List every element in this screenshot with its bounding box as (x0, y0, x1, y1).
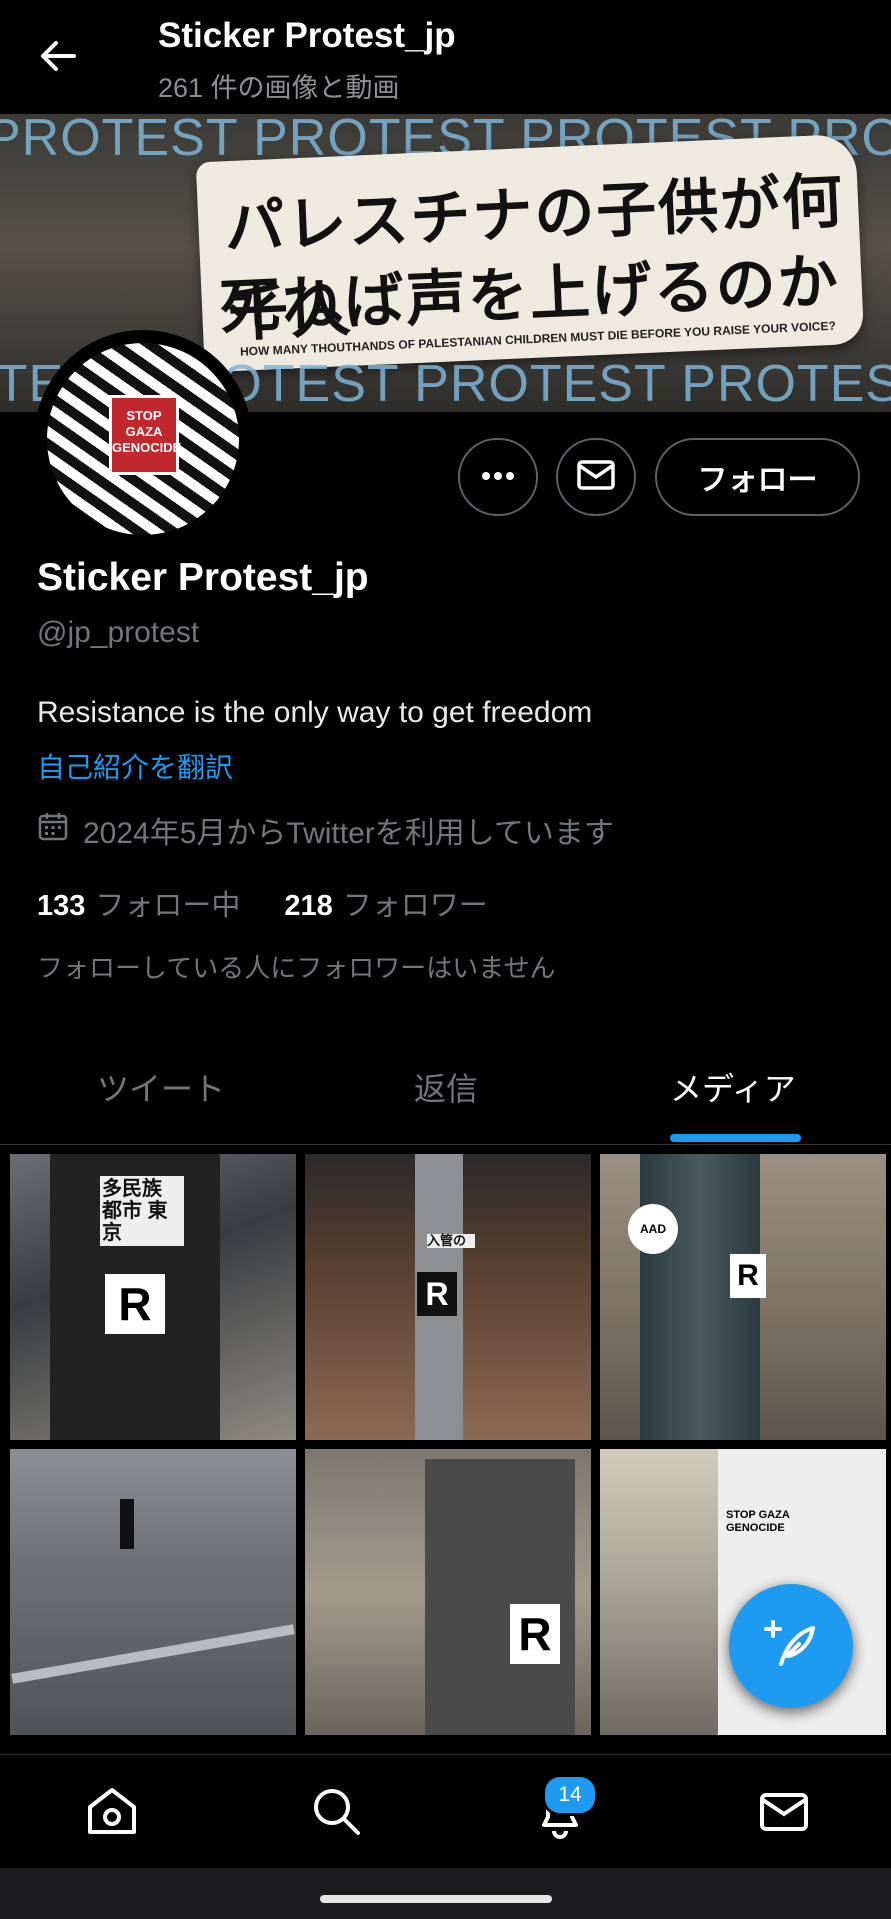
tab-media[interactable]: メディア (670, 1064, 796, 1110)
media-sign: 入管の (427, 1234, 475, 1248)
follow-button[interactable]: フォロー (655, 438, 860, 516)
media-item[interactable]: 多民族 都市 東京 R (10, 1154, 296, 1440)
translate-bio-link[interactable]: 自己紹介を翻訳 (37, 746, 233, 786)
system-navigation-bar (0, 1868, 891, 1919)
compose-feather-icon (761, 1614, 821, 1679)
banner-sticker: パレスチナの子供が何千人 死ねば声を上げるのか HOW MANY THOUTHA… (195, 133, 865, 373)
compose-tweet-button[interactable] (729, 1584, 853, 1708)
header-title: Sticker Protest_jp (158, 16, 456, 55)
top-app-bar: Sticker Protest_jp 261 件の画像と動画 (0, 0, 891, 114)
home-indicator[interactable] (320, 1895, 552, 1903)
more-options-button[interactable] (458, 438, 538, 516)
media-item[interactable] (10, 1449, 296, 1735)
following-count: 133 (37, 890, 86, 922)
media-item[interactable]: STOP GAZA GENOCIDE (600, 1449, 886, 1735)
avatar[interactable]: STOP GAZA GENOCIDE (34, 330, 252, 548)
media-sticker: R (105, 1274, 165, 1334)
follow-stats: 133 フォロー中 218 フォロワー (37, 882, 488, 924)
tab-tweets[interactable]: ツイート (97, 1064, 225, 1110)
notifications-badge: 14 (542, 1774, 598, 1816)
following-stat[interactable]: 133 フォロー中 (37, 882, 240, 924)
followers-stat[interactable]: 218 フォロワー (284, 882, 487, 924)
home-icon[interactable] (82, 1781, 142, 1841)
tab-replies[interactable]: 返信 (414, 1064, 478, 1110)
profile-name: Sticker Protest_jp (37, 556, 369, 599)
joined-date: 2024年5月からTwitterを利用しています (37, 808, 614, 852)
media-figure (120, 1499, 134, 1549)
followers-count: 218 (284, 890, 333, 922)
profile-bio: Resistance is the only way to get freedo… (37, 696, 593, 729)
search-icon[interactable] (306, 1781, 366, 1841)
followers-label: フォロワー (342, 890, 488, 922)
media-sticker: R (510, 1604, 560, 1664)
bottom-navigation (0, 1754, 891, 1869)
media-item[interactable]: R (305, 1449, 591, 1735)
messages-mail-icon[interactable] (754, 1781, 814, 1841)
back-arrow-icon[interactable] (36, 34, 80, 78)
media-pole (425, 1459, 575, 1735)
active-tab-indicator (670, 1134, 801, 1142)
profile-tabs: ツイート 返信 メディア (0, 1040, 891, 1145)
media-railing (11, 1624, 295, 1684)
more-dots-icon (481, 468, 515, 486)
avatar-badge: STOP GAZA GENOCIDE (109, 395, 181, 475)
profile-handle: @jp_protest (37, 616, 200, 649)
media-sign: 多民族 都市 東京 (100, 1176, 184, 1246)
calendar-icon (37, 810, 69, 850)
media-sign: STOP GAZA GENOCIDE (726, 1509, 790, 1534)
following-label: フォロー中 (95, 890, 241, 922)
mail-icon (577, 459, 615, 495)
media-sticker: R (730, 1254, 766, 1298)
media-item[interactable]: 入管の R (305, 1154, 591, 1440)
message-button[interactable] (556, 438, 636, 516)
media-item[interactable]: AAD R (600, 1154, 886, 1440)
joined-text: 2024年5月からTwitterを利用しています (83, 817, 614, 850)
header-subtitle: 261 件の画像と動画 (158, 73, 400, 103)
media-sign: AAD (628, 1204, 678, 1254)
media-sticker: R (417, 1272, 457, 1316)
no-mutual-followers-note: フォローしている人にフォロワーはいません (37, 953, 556, 983)
